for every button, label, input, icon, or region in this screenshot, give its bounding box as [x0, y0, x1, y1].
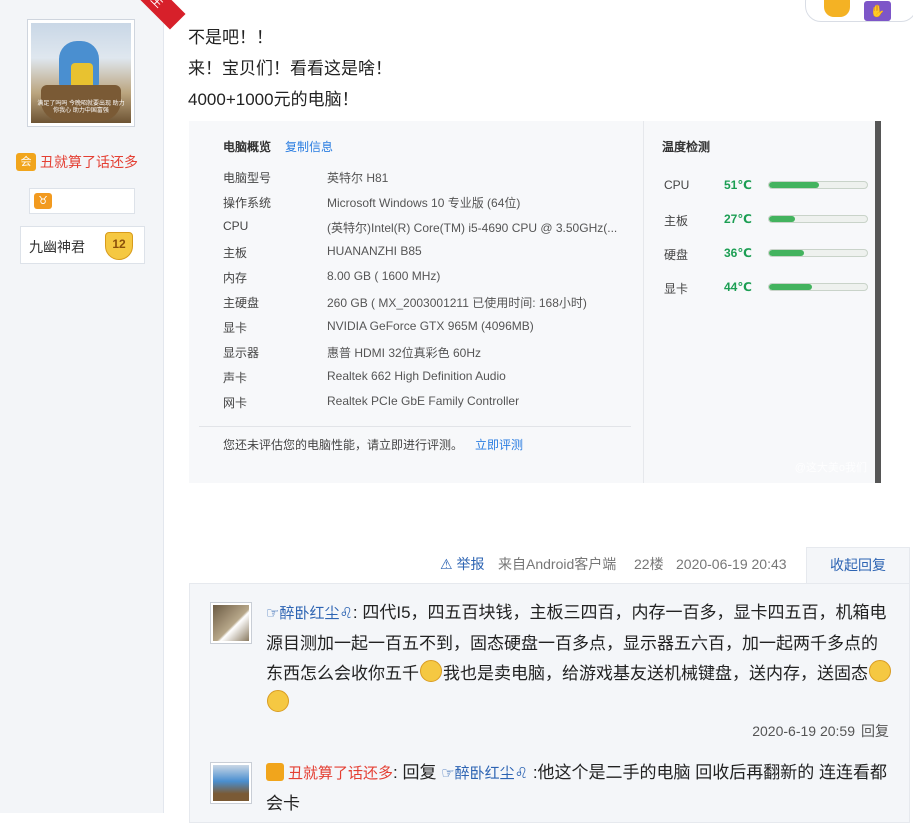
watermark: @这大美o我们: [794, 462, 867, 474]
spec-label: CPU: [223, 219, 249, 233]
laugh-emoji-icon: [869, 660, 891, 682]
post-content: 不是吧！！ 来！宝贝们！看看这是啥！ 4000+1000元的电脑！: [188, 22, 392, 115]
temp-row: 硬盘 36℃: [664, 246, 874, 262]
post-time: 2020-06-19 20:43: [676, 556, 787, 572]
divider: [199, 426, 631, 427]
author-sidebar: 满足了吗吗 今晚昭就要出现 助力你我心 助力中国富强 楼主 会 丑就算了话还多 …: [0, 0, 186, 813]
reply-avatar[interactable]: [210, 762, 252, 804]
temperature-panel: 温度检测 CPU 51℃ 主板 27℃ 硬盘 36℃ 显卡 44℃: [643, 121, 876, 483]
reply-text: 丑就算了话还多: 回复 ☞醉卧红尘♌ :他这个是二手的电脑 回收后再翻新的 连连…: [266, 763, 887, 813]
top-action-button[interactable]: ✋: [805, 0, 913, 22]
spec-value: 8.00 GB ( 1600 MHz): [327, 269, 441, 283]
client-source[interactable]: 来自Android客户端: [498, 549, 616, 579]
spec-value: (英特尔)Intel(R) Core(TM) i5-4690 CPU @ 3.5…: [327, 221, 618, 235]
report-link[interactable]: ⚠ 举报: [440, 549, 484, 579]
member-icon: 会: [16, 153, 36, 171]
spec-value: 英特尔 H81: [327, 171, 389, 185]
reply-text: ☞醉卧红尘♌: 四代I5，四五百块钱，主板三四百，内存一百多，显卡四五百，机箱电…: [266, 598, 894, 719]
author-nickname[interactable]: 丑就算了话还多: [40, 152, 138, 172]
temp-value: 36℃: [724, 246, 752, 260]
temp-row: 主板 27℃: [664, 212, 874, 228]
spec-label: 主板: [223, 246, 248, 260]
post-line: 4000+1000元的电脑！: [188, 90, 359, 109]
temp-label: 显卡: [664, 282, 689, 296]
badge-name: 九幽神君: [29, 239, 85, 255]
spec-label: 电脑型号: [223, 171, 272, 185]
post-image[interactable]: 电脑概览 复制信息 电脑型号 英特尔 H81 操作系统 Microsoft Windo…: [189, 121, 881, 483]
author-avatar[interactable]: 满足了吗吗 今晚昭就要出现 助力你我心 助力中国富强: [27, 19, 135, 127]
spec-value: 260 GB ( MX_2003001211 已使用时间: 168小时): [327, 296, 587, 310]
temp-label: 硬盘: [664, 248, 689, 262]
spec-label: 操作系统: [223, 196, 272, 210]
collapse-replies-button[interactable]: 收起回复: [806, 547, 910, 583]
temperature-title: 温度检测: [662, 140, 711, 154]
badge-level-icon: 12: [105, 232, 133, 260]
temp-row: CPU 51℃: [664, 178, 874, 194]
spec-value: Realtek 662 High Definition Audio: [327, 369, 506, 383]
forum-badge[interactable]: 九幽神君 12: [20, 226, 145, 264]
replies-section: ☞醉卧红尘♌: 四代I5，四五百块钱，主板三四百，内存一百多，显卡四五百，机箱电…: [189, 583, 910, 823]
copy-info-link: 复制信息: [285, 140, 334, 154]
reply-time: 2020-6-19 20:59: [752, 723, 855, 739]
temp-row: 显卡 44℃: [664, 280, 874, 296]
reply-target-user[interactable]: ☞醉卧红尘♌: [441, 765, 528, 782]
level-box: ♉: [29, 188, 135, 214]
spec-label: 声卡: [223, 371, 248, 385]
reply-avatar[interactable]: [210, 602, 252, 644]
crown-icon: [824, 0, 850, 17]
eval-note: 您还未评估您的电脑性能，请立即进行评测。 立即评测: [223, 438, 524, 452]
temp-bar: [768, 249, 868, 257]
spec-value: HUANANZHI B85: [327, 244, 422, 258]
spec-value: NVIDIA GeForce GTX 965M (4096MB): [327, 319, 534, 333]
spec-label: 显示器: [223, 346, 260, 360]
post-line: 来！宝贝们！看看这是啥！: [188, 59, 392, 78]
spec-value: 惠普 HDMI 32位真彩色 60Hz: [327, 346, 482, 360]
temp-label: CPU: [664, 178, 690, 192]
overview-panel: 电脑概览 复制信息 电脑型号 英特尔 H81 操作系统 Microsoft Windo…: [189, 121, 641, 483]
reply-username[interactable]: ☞醉卧红尘♌: [266, 605, 353, 622]
overview-title: 电脑概览: [223, 140, 272, 154]
reply-button[interactable]: 回复: [861, 723, 889, 739]
post-line: 不是吧！！: [188, 28, 273, 47]
temp-bar: [768, 215, 868, 223]
smile-emoji-icon: [420, 660, 442, 682]
taurus-icon: ♉: [34, 193, 52, 209]
temp-bar: [768, 181, 868, 189]
spec-value: Realtek PCIe GbE Family Controller: [327, 394, 520, 408]
temp-bar: [768, 283, 868, 291]
laugh-emoji-icon: [267, 690, 289, 712]
floor-number: 22楼: [634, 556, 664, 572]
temp-value: 27℃: [724, 212, 752, 226]
spec-value: Microsoft Windows 10 专业版 (64位): [327, 196, 521, 210]
image-edge: [875, 121, 881, 483]
temp-value: 44℃: [724, 280, 752, 294]
member-icon: [266, 763, 284, 781]
avatar-image: 满足了吗吗 今晚昭就要出现 助力你我心 助力中国富强: [31, 23, 131, 123]
reply-meta: 2020-6-19 20:59 回复: [752, 721, 889, 741]
reply-username[interactable]: 丑就算了话还多: [288, 765, 393, 782]
spec-label: 显卡: [223, 321, 248, 335]
temp-value: 51℃: [724, 178, 752, 192]
spec-label: 内存: [223, 271, 248, 285]
temp-label: 主板: [664, 214, 689, 228]
hand-icon: ✋: [864, 1, 891, 21]
eval-link: 立即评测: [475, 438, 524, 452]
avatar-caption: 满足了吗吗 今晚昭就要出现 助力你我心 助力中国富强: [37, 101, 125, 114]
author-nickname-row[interactable]: 会 丑就算了话还多: [16, 152, 138, 172]
spec-label: 网卡: [223, 396, 248, 410]
spec-label: 主硬盘: [223, 296, 260, 310]
